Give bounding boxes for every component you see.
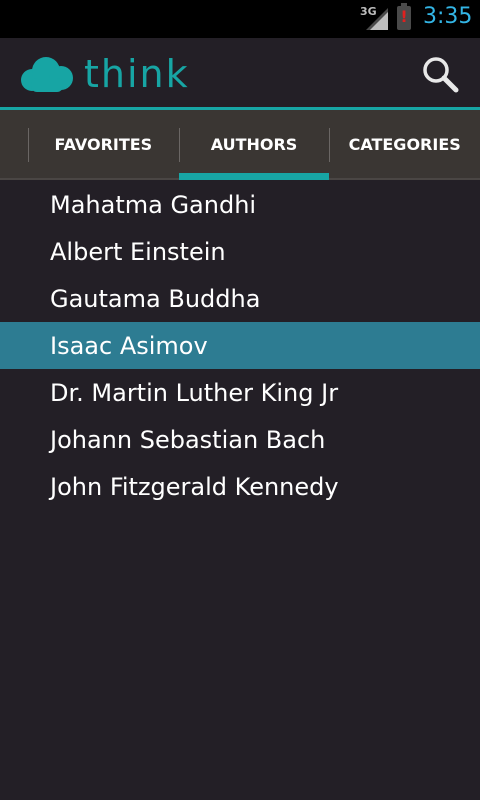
cloud-icon (21, 57, 73, 92)
tab-label: AUTHORS (210, 134, 298, 154)
list-item[interactable]: Dr. Martin Luther King Jr (0, 369, 480, 416)
status-bar: 3G ! 3:35 (0, 0, 480, 38)
tab-label: CATEGORIES (348, 134, 461, 154)
status-clock: 3:35 (423, 4, 473, 29)
tab-divider (28, 128, 29, 162)
search-button[interactable] (420, 54, 460, 94)
tab-categories[interactable]: CATEGORIES (329, 110, 480, 178)
app-header: think (0, 38, 480, 110)
screen: 3G ! 3:35 think FAVORITES AUTHORS CATEGO… (0, 0, 480, 800)
list-item[interactable]: John Fitzgerald Kennedy (0, 463, 480, 510)
logo-text: think (84, 52, 190, 96)
battery-icon: ! (397, 3, 411, 30)
authors-list: Mahatma Gandhi Albert Einstein Gautama B… (0, 181, 480, 510)
signal-strength-icon (366, 8, 388, 30)
tab-label: FAVORITES (54, 134, 153, 154)
list-item-selected[interactable]: Isaac Asimov (0, 322, 480, 369)
tab-divider (329, 128, 331, 162)
list-item[interactable]: Albert Einstein (0, 228, 480, 275)
list-item[interactable]: Mahatma Gandhi (0, 181, 480, 228)
list-item[interactable]: Gautama Buddha (0, 275, 480, 322)
battery-alert-mark: ! (400, 7, 408, 26)
tab-bar: FAVORITES AUTHORS CATEGORIES (0, 110, 480, 180)
tab-favorites[interactable]: FAVORITES (28, 110, 179, 178)
tab-divider (178, 128, 180, 162)
tab-authors[interactable]: AUTHORS (178, 110, 330, 180)
list-item[interactable]: Johann Sebastian Bach (0, 416, 480, 463)
search-icon (423, 57, 459, 93)
app-logo: think (18, 54, 190, 94)
